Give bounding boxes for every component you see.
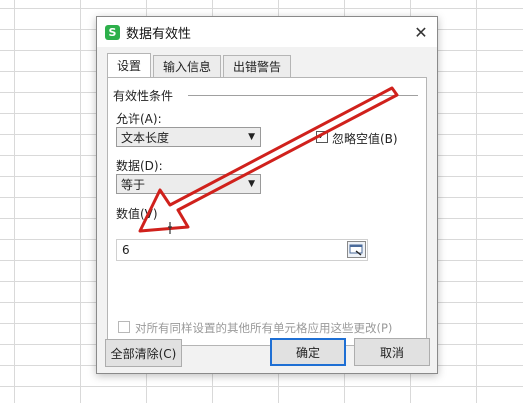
annotation-arrow [138,86,399,234]
